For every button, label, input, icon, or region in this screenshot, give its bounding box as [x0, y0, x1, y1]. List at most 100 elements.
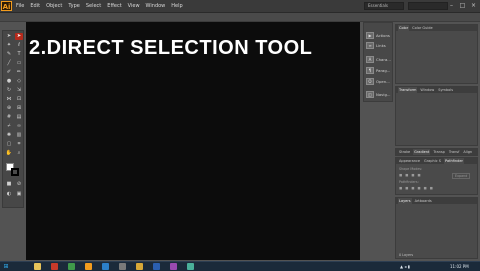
taskbar-app-recorder-icon[interactable] [119, 263, 126, 270]
intersect-icon[interactable]: ■ [411, 173, 414, 177]
blob-brush-tool-icon[interactable]: ● [5, 78, 13, 85]
dock-item-actions[interactable]: ▶ Actions [366, 32, 390, 39]
tab-window[interactable]: Window [419, 87, 435, 93]
outline-icon[interactable]: ■ [424, 186, 427, 190]
menu-type[interactable]: Type [68, 0, 79, 12]
rectangle-tool-icon[interactable]: ▭ [15, 60, 23, 67]
screen-mode-icon[interactable]: ▣ [15, 191, 23, 198]
paintbrush-tool-icon[interactable]: ✐ [5, 69, 13, 76]
menu-select[interactable]: Select [86, 0, 101, 12]
tab-transform[interactable]: Transform [398, 87, 418, 93]
magic-wand-tool-icon[interactable]: ✦ [5, 42, 13, 49]
minus-back-icon[interactable]: ■ [430, 186, 433, 190]
start-button-icon[interactable]: ⊞ [2, 263, 10, 270]
draw-mode-icon[interactable]: ◐ [5, 191, 13, 198]
navigator-icon: ◫ [366, 91, 374, 98]
dock-item-opentype[interactable]: O Open... [366, 78, 390, 85]
tab-gradient[interactable]: Gradient [413, 149, 431, 155]
expand-button[interactable]: Expand [452, 173, 471, 179]
dock-item-paragraph[interactable]: ¶ Parag... [366, 67, 390, 74]
color-panel-tabs: Color Color Guide [396, 25, 477, 31]
menu-window[interactable]: Window [146, 0, 166, 12]
workspace-switcher[interactable]: Essentials [364, 2, 404, 10]
perspective-grid-tool-icon[interactable]: ⊞ [15, 105, 23, 112]
menu-effect[interactable]: Effect [107, 0, 121, 12]
pencil-tool-icon[interactable]: ✏ [15, 69, 23, 76]
free-transform-tool-icon[interactable]: ⊡ [15, 96, 23, 103]
exclude-icon[interactable]: ■ [417, 173, 420, 177]
layers-panel: Layers Artboards 0 Layers [395, 197, 478, 259]
selection-tool-icon[interactable]: ➤ [5, 33, 13, 40]
taskbar-app-illustrator-icon[interactable] [85, 263, 92, 270]
search-input[interactable] [408, 2, 448, 10]
zoom-tool-icon[interactable]: ⌕ [15, 150, 23, 157]
tab-graphic-styles[interactable]: Graphic S [423, 158, 442, 164]
menu-edit[interactable]: Edit [30, 0, 40, 12]
type-tool-icon[interactable]: T [15, 51, 23, 58]
tab-align[interactable]: Align [462, 149, 473, 155]
crop-icon[interactable]: ■ [417, 186, 420, 190]
line-tool-icon[interactable]: ╱ [5, 60, 13, 67]
taskbar-app-app2-icon[interactable] [187, 263, 194, 270]
eyedropper-tool-icon[interactable]: ⌿ [5, 123, 13, 130]
trim-icon[interactable]: ■ [405, 186, 408, 190]
taskbar-app-explorer-icon[interactable] [34, 263, 41, 270]
menu-view[interactable]: View [128, 0, 140, 12]
taskbar-app-word-icon[interactable] [153, 263, 160, 270]
taskbar-app-app-icon[interactable] [170, 263, 177, 270]
dock-label: Parag... [376, 68, 391, 73]
tab-symbols[interactable]: Symbols [437, 87, 454, 93]
rotate-tool-icon[interactable]: ↻ [5, 87, 13, 94]
taskbar-app-photoshop-icon[interactable] [102, 263, 109, 270]
taskbar-app-media-icon[interactable] [51, 263, 58, 270]
maximize-button[interactable]: □ [459, 1, 466, 11]
column-graph-tool-icon[interactable]: ▥ [15, 132, 23, 139]
right-panel-stack: Color Color Guide Transform Window Symbo… [395, 24, 480, 264]
tab-transparency[interactable]: Transp [432, 149, 445, 155]
minimize-button[interactable]: – [448, 1, 455, 11]
mesh-tool-icon[interactable]: # [5, 114, 13, 121]
dock-label: Links [376, 43, 386, 48]
width-tool-icon[interactable]: ⋈ [5, 96, 13, 103]
shape-builder-tool-icon[interactable]: ⊕ [5, 105, 13, 112]
menu-object[interactable]: Object [46, 0, 62, 12]
close-button[interactable]: × [470, 1, 477, 11]
taskbar-app-chrome-icon[interactable] [68, 263, 75, 270]
tab-pathfinder[interactable]: Pathfinder [443, 158, 464, 164]
merge-icon[interactable]: ■ [411, 186, 414, 190]
blend-tool-icon[interactable]: ∞ [15, 123, 23, 130]
tab-appearance[interactable]: Appearance [398, 158, 421, 164]
tab-artboards[interactable]: Artboards [414, 198, 433, 204]
eraser-tool-icon[interactable]: ◇ [15, 78, 23, 85]
hand-tool-icon[interactable]: ✋ [5, 150, 13, 157]
taskbar-app-folder-icon[interactable] [136, 263, 143, 270]
tab-color[interactable]: Color [398, 25, 410, 31]
pen-tool-icon[interactable]: ✎ [5, 51, 13, 58]
tab-transform-2[interactable]: Transf [448, 149, 460, 155]
tab-color-guide[interactable]: Color Guide [411, 25, 434, 31]
dock-item-character[interactable]: A Chara... [366, 56, 391, 63]
artboard-canvas[interactable]: 2.DIRECT SELECTION TOOL [26, 22, 360, 260]
dock-item-links[interactable]: ∞ Links [366, 42, 386, 49]
none-mode-icon[interactable]: ⊘ [15, 181, 23, 188]
dock-label: Actions [376, 33, 390, 38]
slice-tool-icon[interactable]: ⌗ [15, 141, 23, 148]
dock-label: Chara... [376, 57, 391, 62]
menu-file[interactable]: File [16, 0, 24, 12]
symbol-sprayer-tool-icon[interactable]: ✺ [5, 132, 13, 139]
unite-icon[interactable]: ■ [399, 173, 402, 177]
lasso-tool-icon[interactable]: ℓ [15, 42, 23, 49]
stroke-swatch[interactable] [11, 168, 19, 176]
tab-layers[interactable]: Layers [398, 198, 412, 204]
menu-help[interactable]: Help [171, 0, 182, 12]
dock-item-navigator[interactable]: ◫ Navig... [366, 91, 391, 98]
artboard-tool-icon[interactable]: ▢ [5, 141, 13, 148]
scale-tool-icon[interactable]: ⇲ [15, 87, 23, 94]
tab-stroke[interactable]: Stroke [398, 149, 411, 155]
minus-front-icon[interactable]: ■ [405, 173, 408, 177]
window-controls: – □ × [448, 1, 477, 11]
color-mode-icon[interactable]: ■ [5, 181, 13, 188]
divide-icon[interactable]: ■ [399, 186, 402, 190]
direct-selection-tool-icon[interactable]: ➤ [15, 33, 23, 40]
gradient-tool-icon[interactable]: ▤ [15, 114, 23, 121]
